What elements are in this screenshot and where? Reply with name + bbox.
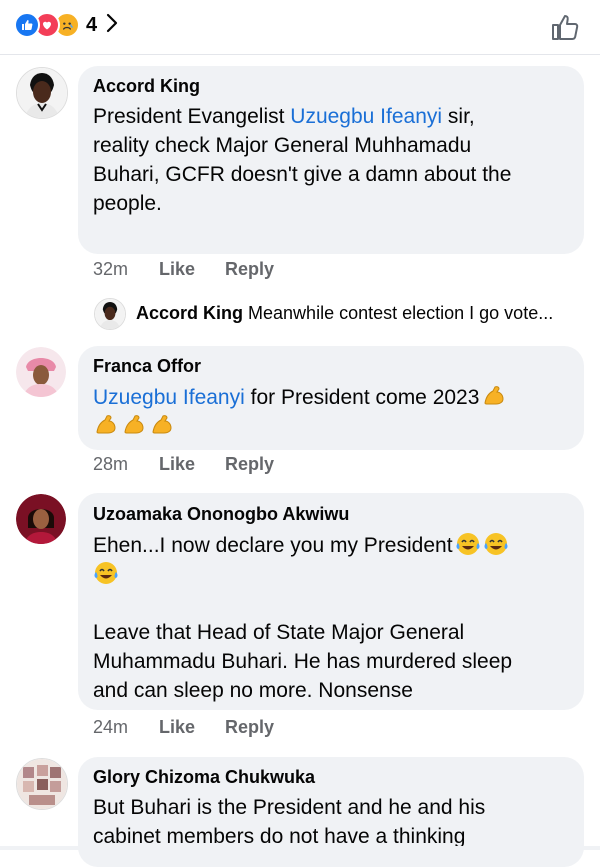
comment-text: But Buhari is the President and he and h… — [93, 796, 486, 848]
reply-button[interactable]: Reply — [225, 454, 274, 475]
flexed-biceps-emoji — [149, 412, 175, 438]
comment-timestamp[interactable]: 28m — [93, 454, 159, 475]
flexed-biceps-emoji — [93, 412, 119, 438]
avatar-uzoamaka-ononogbo-akwiwu[interactable] — [16, 494, 66, 544]
comment-actions: 32m Like Reply — [93, 259, 274, 280]
reply-button[interactable]: Reply — [225, 717, 274, 738]
thumbs-up-icon — [552, 15, 579, 40]
comment-timestamp[interactable]: 24m — [93, 717, 159, 738]
comment-actions: 24m Like Reply — [93, 717, 274, 738]
reply-preview[interactable]: Accord King Meanwhile contest election I… — [136, 303, 553, 324]
reactions-bar: 4 — [0, 0, 600, 55]
reply-button[interactable]: Reply — [225, 259, 274, 280]
like-button[interactable]: Like — [159, 259, 225, 280]
avatar-accord-king-small[interactable] — [94, 298, 126, 330]
like-button[interactable]: Like — [159, 717, 225, 738]
reaction-summary[interactable]: 4 — [14, 12, 119, 38]
like-reaction-icon — [14, 12, 40, 38]
comment-text: President Evangelist Uzuegbu Ifeanyi sir… — [93, 105, 512, 215]
comment-author[interactable]: Uzoamaka Ononogbo Akwiwu — [93, 504, 349, 525]
comment-text: Uzuegbu Ifeanyi for President come 2023 — [93, 383, 573, 441]
flexed-biceps-emoji — [481, 383, 507, 409]
tears-of-joy-emoji — [483, 531, 509, 557]
tears-of-joy-emoji — [93, 560, 119, 586]
mention-link[interactable]: Uzuegbu Ifeanyi — [290, 105, 442, 128]
comment-author[interactable]: Glory Chizoma Chukwuka — [93, 767, 315, 788]
comment-author[interactable]: Accord King — [93, 76, 200, 97]
chevron-right-icon[interactable] — [105, 12, 119, 39]
avatar-accord-king[interactable] — [16, 67, 68, 119]
comment-text: Ehen...I now declare you my President Le… — [93, 531, 573, 705]
mention-link[interactable]: Uzuegbu Ifeanyi — [93, 386, 245, 409]
comment-actions: 28m Like Reply — [93, 454, 274, 475]
reaction-count: 4 — [86, 13, 98, 36]
reply-author[interactable]: Accord King — [136, 303, 243, 323]
bottom-bar — [0, 846, 600, 850]
like-button[interactable]: Like — [159, 454, 225, 475]
tears-of-joy-emoji — [455, 531, 481, 557]
comment-author[interactable]: Franca Offor — [93, 356, 201, 377]
flexed-biceps-emoji — [121, 412, 147, 438]
avatar-franca-offor[interactable] — [16, 347, 66, 397]
like-post-button[interactable] — [550, 12, 580, 47]
avatar-glory-chizoma-chukwuka[interactable] — [16, 758, 68, 810]
comment-timestamp[interactable]: 32m — [93, 259, 159, 280]
reply-snippet: Meanwhile contest election I go vote... — [248, 303, 554, 323]
